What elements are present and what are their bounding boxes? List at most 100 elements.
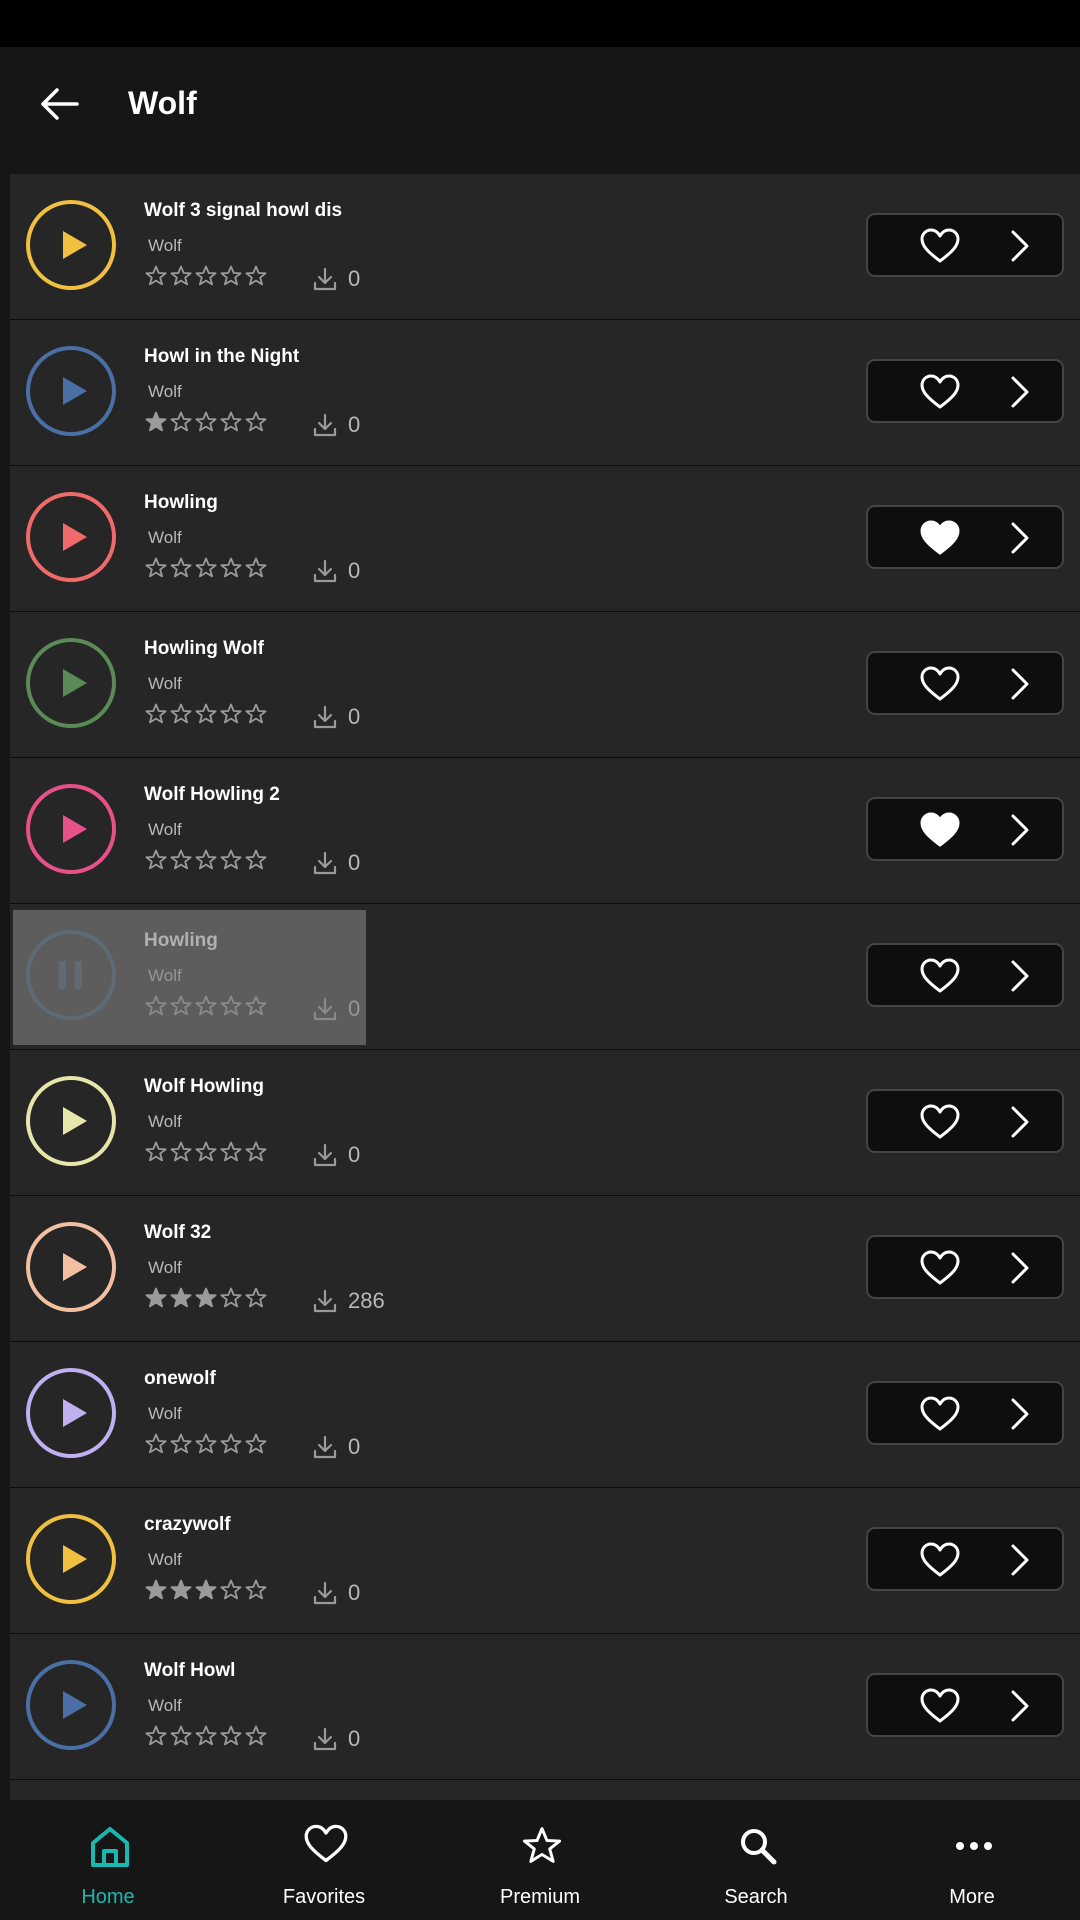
download-count-value: 0 — [348, 412, 361, 437]
play-button[interactable] — [26, 1660, 116, 1750]
download-count-value: 0 — [348, 1580, 361, 1605]
favorite-button[interactable] — [920, 520, 960, 556]
heart-outline-icon — [920, 958, 960, 993]
rating-stars — [144, 556, 268, 580]
open-details-button[interactable] — [1006, 1689, 1034, 1723]
nav-favorites[interactable]: Favorites — [216, 1800, 432, 1920]
chevron-right-icon — [1011, 1106, 1029, 1138]
play-button[interactable] — [26, 1076, 116, 1166]
list-item[interactable]: Howl in the Night Wolf 0 — [10, 320, 1080, 466]
nav-label: Search — [724, 1886, 788, 1908]
sound-artist: Wolf — [148, 382, 182, 401]
list-item[interactable]: Howling Wolf 0 — [10, 466, 1080, 612]
open-details-button[interactable] — [1006, 1105, 1034, 1139]
heart-outline-icon — [920, 1396, 960, 1431]
star-outline-icon — [220, 557, 242, 578]
star-outline-icon — [220, 849, 242, 870]
open-details-button[interactable] — [1006, 229, 1034, 263]
download-count: 286 — [312, 1288, 385, 1314]
rating-stars — [144, 1724, 268, 1748]
favorite-button[interactable] — [920, 1688, 960, 1724]
star-outline-icon — [145, 1141, 167, 1162]
rating-stars — [144, 1286, 268, 1310]
item-actions — [866, 797, 1064, 861]
play-button[interactable] — [26, 346, 116, 436]
rating-stars — [144, 1578, 268, 1602]
download-icon — [313, 851, 337, 875]
favorite-button[interactable] — [920, 1104, 960, 1140]
star-outline-icon — [145, 557, 167, 578]
open-details-button[interactable] — [1006, 813, 1034, 847]
play-button[interactable] — [26, 1514, 116, 1604]
download-count-value: 0 — [348, 996, 361, 1021]
list-item[interactable]: onewolf Wolf 0 — [10, 1342, 1080, 1488]
rating-stars — [144, 702, 268, 726]
list-item[interactable]: Howling Wolf Wolf 0 — [10, 612, 1080, 758]
favorite-button[interactable] — [920, 1396, 960, 1432]
favorite-button[interactable] — [920, 374, 960, 410]
chevron-right-icon — [1011, 1252, 1029, 1284]
star-outline-icon — [220, 1579, 242, 1600]
open-details-button[interactable] — [1006, 667, 1034, 701]
heart-filled-icon — [920, 520, 960, 555]
star-outline-icon — [245, 1725, 267, 1746]
open-details-button[interactable] — [1006, 521, 1034, 555]
open-details-button[interactable] — [1006, 375, 1034, 409]
star-outline-icon — [195, 411, 217, 432]
open-details-button[interactable] — [1006, 1543, 1034, 1577]
nav-more[interactable]: More — [864, 1800, 1080, 1920]
star-outline-icon — [220, 1287, 242, 1308]
star-outline-icon — [195, 849, 217, 870]
play-button[interactable] — [26, 1368, 116, 1458]
favorite-button[interactable] — [920, 228, 960, 264]
open-details-button[interactable] — [1006, 959, 1034, 993]
arrow-left-icon — [41, 88, 79, 120]
star-filled-icon — [145, 1579, 167, 1600]
star-outline-icon — [145, 703, 167, 724]
nav-label: More — [949, 1886, 995, 1908]
sound-artist: Wolf — [148, 820, 182, 839]
open-details-button[interactable] — [1006, 1251, 1034, 1285]
favorite-button[interactable] — [920, 812, 960, 848]
sound-artist: Wolf — [148, 236, 182, 255]
open-details-button[interactable] — [1006, 1397, 1034, 1431]
list-item[interactable]: crazywolf Wolf 0 — [10, 1488, 1080, 1634]
star-outline-icon — [220, 1725, 242, 1746]
favorite-button[interactable] — [920, 1250, 960, 1286]
play-button[interactable] — [26, 492, 116, 582]
play-icon — [63, 523, 87, 551]
list-item[interactable]: Howling Wolf 0 — [10, 904, 1080, 1050]
sound-title: Howling — [144, 930, 218, 951]
bottom-navigation: Home Favorites Premium Search More — [0, 1800, 1080, 1920]
nav-premium[interactable]: Premium — [432, 1800, 648, 1920]
favorite-button[interactable] — [920, 666, 960, 702]
download-count-value: 0 — [348, 1726, 361, 1751]
favorite-button[interactable] — [920, 958, 960, 994]
app-bar: Wolf — [0, 47, 1080, 173]
back-button[interactable] — [34, 79, 84, 129]
list-item[interactable]: Wolf 32 Wolf 286 — [10, 1196, 1080, 1342]
favorite-button[interactable] — [920, 1542, 960, 1578]
list-item[interactable]: Wolf Howling 2 Wolf 0 — [10, 758, 1080, 904]
star-icon — [520, 1824, 562, 1868]
nav-home[interactable]: Home — [0, 1800, 216, 1920]
list-item[interactable]: Wolf Howling Wolf 0 — [10, 1050, 1080, 1196]
play-button[interactable] — [26, 784, 116, 874]
download-count: 0 — [312, 1580, 360, 1606]
play-button[interactable] — [26, 638, 116, 728]
sound-artist: Wolf — [148, 966, 182, 985]
download-count: 0 — [312, 1142, 360, 1168]
star-outline-icon — [220, 995, 242, 1016]
download-icon — [313, 559, 337, 583]
sound-list[interactable]: Wolf 3 signal howl dis Wolf 0 Howl in the N… — [10, 174, 1080, 1800]
chevron-right-icon — [1011, 376, 1029, 408]
list-item[interactable]: Wolf Howl Wolf 0 — [10, 1634, 1080, 1780]
nav-search[interactable]: Search — [648, 1800, 864, 1920]
play-button[interactable] — [26, 1222, 116, 1312]
play-button[interactable] — [26, 200, 116, 290]
star-filled-icon — [170, 1579, 192, 1600]
star-outline-icon — [195, 703, 217, 724]
list-item[interactable]: Wolf 3 signal howl dis Wolf 0 — [10, 174, 1080, 320]
play-button[interactable] — [26, 930, 116, 1020]
pause-icon — [59, 961, 82, 989]
